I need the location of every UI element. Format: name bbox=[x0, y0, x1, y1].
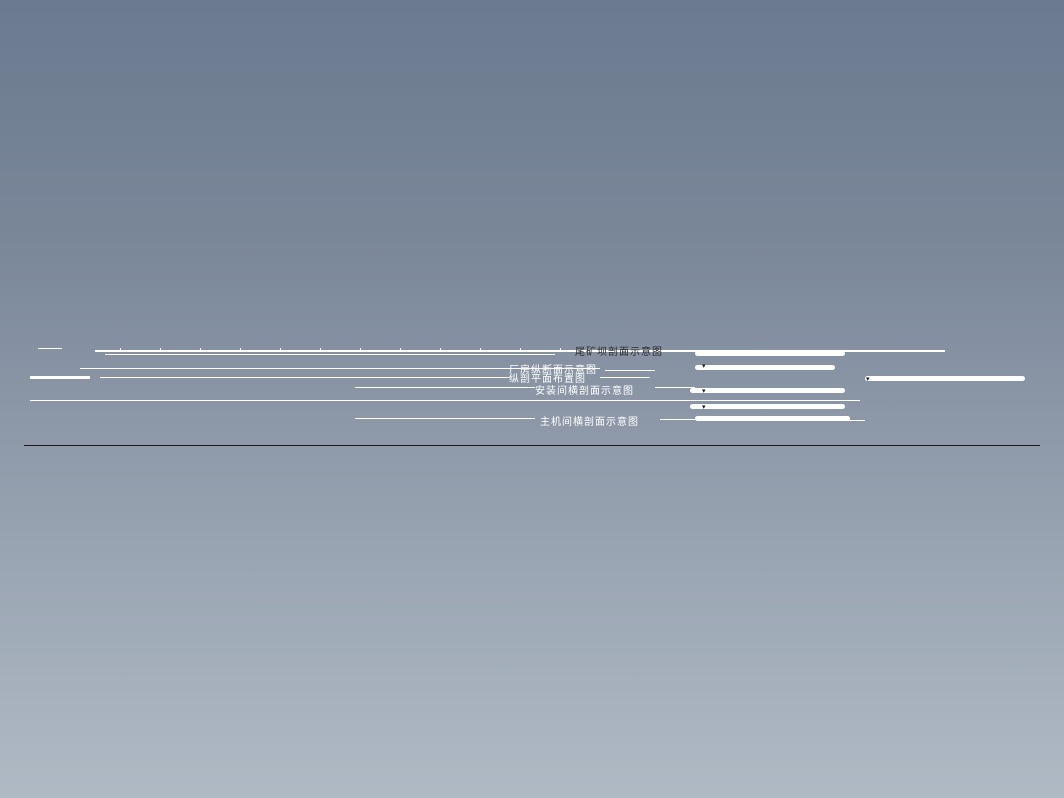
tick-mark bbox=[440, 348, 441, 351]
section-label-3: 安装间横剖面示意图 bbox=[535, 382, 634, 397]
drawing-bar bbox=[690, 404, 845, 409]
section-label-4: 主机间横剖面示意图 bbox=[540, 413, 639, 428]
drawing-line bbox=[355, 418, 535, 419]
cad-drawing-area: ▾ ▾ ▾ ▾ 尾矿坝剖面示意图 厂房纵断面示意图 纵剖平面布置图 安装间横剖面… bbox=[0, 340, 1064, 460]
tick-mark bbox=[120, 348, 121, 351]
drawing-line bbox=[605, 370, 655, 371]
tick-mark bbox=[320, 348, 321, 351]
drawing-line bbox=[30, 376, 90, 379]
section-label-1: 尾矿坝剖面示意图 bbox=[575, 343, 663, 358]
tick-mark bbox=[280, 348, 281, 351]
drawing-line bbox=[660, 419, 700, 420]
tick-mark bbox=[240, 348, 241, 351]
drawing-line bbox=[30, 400, 860, 401]
arrow-marker: ▾ bbox=[866, 375, 870, 383]
tick-mark bbox=[520, 348, 521, 351]
drawing-bar bbox=[695, 351, 845, 356]
tick-mark bbox=[400, 348, 401, 351]
arrow-marker: ▾ bbox=[702, 403, 706, 411]
drawing-line bbox=[100, 377, 510, 378]
drawing-bar bbox=[690, 388, 845, 393]
drawing-line bbox=[655, 387, 695, 388]
drawing-line bbox=[600, 377, 650, 378]
drawing-line bbox=[355, 387, 535, 388]
drawing-bar bbox=[695, 416, 850, 421]
drawing-line bbox=[105, 354, 555, 355]
arrow-marker: ▾ bbox=[702, 362, 706, 370]
tick-mark bbox=[480, 348, 481, 351]
tick-mark bbox=[560, 348, 561, 351]
tick-mark bbox=[200, 348, 201, 351]
baseline bbox=[24, 445, 1040, 446]
tick-mark bbox=[160, 348, 161, 351]
drawing-bar bbox=[695, 365, 835, 370]
tick-mark bbox=[360, 348, 361, 351]
arrow-marker: ▾ bbox=[702, 387, 706, 395]
drawing-line bbox=[38, 348, 62, 349]
drawing-bar bbox=[865, 376, 1025, 381]
